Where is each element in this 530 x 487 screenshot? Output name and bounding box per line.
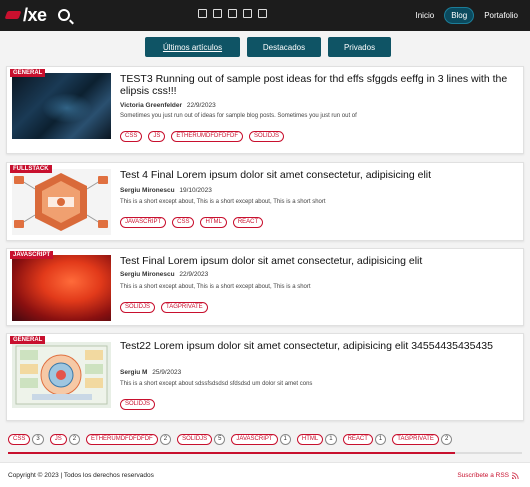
tag-cloud-count: 3: [32, 434, 44, 445]
tag-cloud-count: 1: [325, 434, 337, 445]
tag-cloud-count: 2: [440, 434, 453, 445]
post-thumbnail[interactable]: [12, 255, 111, 321]
mail-icon[interactable]: [198, 9, 207, 18]
tag-cloud-item[interactable]: SOLIDJS 5: [177, 434, 226, 445]
site-logo[interactable]: /xe: [4, 4, 47, 25]
tag-cloud-count: 5: [214, 434, 226, 445]
post-card[interactable]: JAVASCRIPT Test Final Lorem ipsum dolor …: [6, 248, 524, 326]
main-nav: Inicio Blog Portafolio: [406, 0, 530, 31]
post-tags: SOLIDJS TAGPRIVATE: [120, 302, 208, 313]
post-excerpt: This is a short except about, This is a …: [120, 199, 326, 205]
post-meta: Sergiu M 25/9/2023: [120, 369, 181, 376]
tag-cloud-name[interactable]: JS: [49, 434, 67, 445]
post-filter-tabs: Últimos artículos Destacados Privados: [145, 37, 391, 57]
rss-label[interactable]: Suscríbete a RSS: [457, 472, 509, 479]
tab-featured[interactable]: Destacados: [247, 37, 321, 57]
tag-chip[interactable]: ETHERUMDFDFDFDF: [171, 131, 244, 142]
scroll-progress-fill: [8, 452, 456, 454]
post-title[interactable]: Test Final Lorem ipsum dolor sit amet co…: [120, 255, 515, 267]
tag-chip[interactable]: CSS: [120, 131, 143, 142]
post-title[interactable]: Test 4 Final Lorem ipsum dolor sit amet …: [120, 169, 515, 181]
scroll-progress-bar: [8, 452, 522, 454]
post-date: 25/9/2023: [152, 369, 182, 376]
tag-cloud-name[interactable]: SOLIDJS: [177, 434, 213, 445]
post-excerpt: This is a short except about sdssfsdsdsd…: [120, 381, 313, 387]
post-title[interactable]: TEST3 Running out of sample post ideas f…: [120, 73, 515, 97]
tag-chip[interactable]: JAVASCRIPT: [120, 217, 167, 228]
tumblr-icon[interactable]: [243, 9, 252, 18]
category-badge[interactable]: JAVASCRIPT: [10, 251, 54, 259]
post-card[interactable]: GENERAL TEST3 Running out of sample post…: [6, 66, 524, 154]
post-thumbnail[interactable]: [12, 73, 111, 139]
post-meta: Victoria Greenfelder 22/9/2023: [120, 102, 216, 109]
post-date: 19/10/2023: [179, 187, 212, 194]
post-title[interactable]: Test22 Lorem ipsum dolor sit amet consec…: [120, 340, 515, 352]
post-meta: Sergiu Mironescu 22/9/2023: [120, 271, 208, 278]
tag-cloud-count: 2: [68, 434, 81, 445]
post-tags: CSS JS ETHERUMDFDFDFDF SOLIDJS: [120, 131, 285, 142]
nav-portafolio[interactable]: Portafolio: [484, 11, 518, 20]
post-meta: Sergiu Mironescu 19/10/2023: [120, 187, 212, 194]
logo-mark-icon: [4, 11, 22, 19]
post-thumbnail[interactable]: [12, 342, 111, 408]
linkedin-icon[interactable]: [228, 9, 237, 18]
tab-private[interactable]: Privados: [328, 37, 391, 57]
category-badge[interactable]: GENERAL: [10, 336, 46, 344]
category-badge[interactable]: GENERAL: [10, 69, 46, 77]
tag-chip[interactable]: JS: [148, 131, 166, 142]
tag-cloud-name[interactable]: CSS: [8, 434, 31, 445]
site-footer: Copyright © 2023 | Todos los derechos re…: [0, 462, 530, 487]
twitter-icon[interactable]: [258, 9, 267, 18]
post-tags: JAVASCRIPT CSS HTML REACT: [120, 217, 264, 228]
post-author: Sergiu M: [120, 369, 148, 376]
tag-chip[interactable]: CSS: [172, 217, 195, 228]
nav-inicio[interactable]: Inicio: [416, 11, 435, 20]
tab-latest-articles[interactable]: Últimos artículos: [145, 37, 240, 57]
tag-cloud-item[interactable]: TAGPRIVATE 2: [392, 434, 453, 445]
tag-cloud-name[interactable]: REACT: [342, 434, 373, 445]
logo-text: /xe: [23, 4, 47, 25]
tag-cloud-item[interactable]: ETHERUMDFDFDFDF 2: [86, 434, 172, 445]
tag-cloud-item[interactable]: JAVASCRIPT 1: [231, 434, 291, 445]
post-excerpt: Sometimes you just run out of ideas for …: [120, 113, 357, 119]
post-thumbnail[interactable]: [12, 169, 111, 235]
tag-cloud-count: 2: [159, 434, 172, 445]
copyright-text: Copyright © 2023 | Todos los derechos re…: [8, 472, 154, 479]
tag-chip[interactable]: HTML: [200, 217, 227, 228]
tag-chip[interactable]: SOLIDJS: [120, 302, 156, 313]
nav-blog[interactable]: Blog: [444, 7, 475, 24]
post-author: Sergiu Mironescu: [120, 187, 175, 194]
tag-cloud-count: 1: [279, 434, 291, 445]
tag-chip[interactable]: SOLIDJS: [249, 131, 285, 142]
tag-cloud-item[interactable]: HTML 1: [296, 434, 337, 445]
post-excerpt: This is a short except about, This is a …: [120, 284, 311, 290]
rss-link[interactable]: Suscríbete a RSS: [457, 471, 520, 479]
top-navbar: /xe Inicio Blog Portafolio: [0, 0, 530, 31]
post-author: Victoria Greenfelder: [120, 102, 183, 109]
category-badge[interactable]: FULLSTACK: [10, 165, 52, 173]
tag-cloud-name[interactable]: JAVASCRIPT: [231, 434, 278, 445]
post-author: Sergiu Mironescu: [120, 271, 175, 278]
rss-icon[interactable]: [512, 471, 520, 479]
tag-cloud-name[interactable]: TAGPRIVATE: [392, 434, 439, 445]
tag-cloud-name[interactable]: HTML: [296, 434, 324, 445]
tag-cloud: CSS 3 JS 2 ETHERUMDFDFDFDF 2 SOLIDJS 5 JAVAS…: [8, 434, 522, 445]
social-links: [198, 9, 267, 18]
tag-cloud-item[interactable]: JS 2: [49, 434, 81, 445]
tag-cloud-item[interactable]: CSS 3: [8, 434, 44, 445]
document-icon[interactable]: [213, 9, 222, 18]
tag-chip[interactable]: SOLIDJS: [120, 399, 156, 410]
post-date: 22/9/2023: [179, 271, 209, 278]
post-tags: SOLIDJS: [120, 399, 156, 410]
tag-chip[interactable]: TAGPRIVATE: [161, 302, 208, 313]
tag-cloud-name[interactable]: ETHERUMDFDFDFDF: [86, 434, 158, 445]
post-card[interactable]: GENERAL Test22 Lorem ipsum dolor sit ame…: [6, 333, 524, 421]
post-card[interactable]: FULLSTACK Test 4 Final Lorem ipsum dolor…: [6, 162, 524, 241]
tag-cloud-count: 1: [374, 434, 387, 445]
tag-cloud-item[interactable]: REACT 1: [342, 434, 387, 445]
tag-chip[interactable]: REACT: [232, 217, 264, 228]
post-date: 22/9/2023: [186, 102, 216, 109]
search-icon[interactable]: [58, 9, 70, 21]
